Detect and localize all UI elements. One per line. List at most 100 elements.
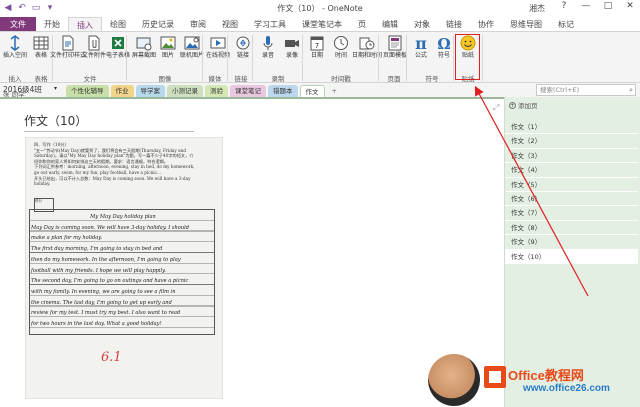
group-separator <box>302 35 303 81</box>
search-icon[interactable]: ⌕ <box>629 85 633 95</box>
tab-home[interactable]: 开始 <box>36 17 68 31</box>
excel-icon <box>112 37 124 49</box>
record-video-button[interactable]: 录像 <box>282 35 302 59</box>
group-label-recording: 录制 <box>271 75 285 83</box>
record-audio-button[interactable]: 录音 <box>258 35 278 59</box>
date-button[interactable]: 7 日期 <box>307 35 327 59</box>
page-list: 作文（1） 作文（2） 作文（3） 作文（4） 作文（5） 作文（6） 作文（7… <box>505 120 638 264</box>
close-icon[interactable]: ✕ <box>624 1 636 11</box>
scanned-essay-image[interactable]: 四、写作（10分） "五一"劳动节(May Day)就要到了，我们将会有三天假期… <box>25 137 223 399</box>
picture-button[interactable]: 图片 <box>158 35 178 59</box>
group-label-media: 媒体 <box>208 75 222 83</box>
microphone-icon <box>263 36 273 50</box>
hand-line: The second day, I'm going to go on outin… <box>31 278 189 285</box>
tab-review[interactable]: 审阅 <box>182 17 214 31</box>
tab-file[interactable]: 文件 <box>0 17 36 31</box>
group-separator <box>406 35 407 81</box>
group-label-files: 文件 <box>83 75 97 83</box>
watermark-brand: Office教程网 <box>508 368 584 383</box>
tab-page[interactable]: 页 <box>350 17 374 31</box>
section-tab-homework[interactable]: 作业 <box>110 85 134 97</box>
tab-history[interactable]: 历史记录 <box>134 17 182 31</box>
tab-draw[interactable]: 绘图 <box>102 17 134 31</box>
section-tab-mistakes[interactable]: 错题本 <box>268 85 298 97</box>
section-tab-tutoring[interactable]: 个性化辅导 <box>66 85 109 97</box>
page-list-item[interactable]: 作文（9） <box>505 235 638 250</box>
group-separator <box>453 35 454 81</box>
page-list-item[interactable]: 作文（2） <box>505 134 638 149</box>
tab-mindmap[interactable]: 思维导图 <box>502 17 550 31</box>
section-tab-tests[interactable]: 测验 <box>205 85 228 97</box>
expand-icon[interactable]: ⤢ <box>493 103 499 113</box>
link-icon <box>236 36 250 50</box>
search-input[interactable]: 搜索(Ctrl+E) ⌕ <box>536 84 636 96</box>
group-separator <box>482 35 483 81</box>
ribbon-tabs: 文件 开始 插入 绘图 历史记录 审阅 视图 学习工具 课堂笔记本 页 编辑 对… <box>0 17 640 31</box>
hand-line: May Day is coming soon. We will have 3-d… <box>31 224 190 231</box>
page-list-item[interactable]: 作文（1） <box>505 120 638 135</box>
page-template-button[interactable]: 页面模板 <box>383 35 407 59</box>
file-attachment-button[interactable]: 文件附件 <box>82 35 106 59</box>
section-tab-composition[interactable]: 作文 <box>299 85 325 97</box>
tab-edit[interactable]: 编辑 <box>374 17 406 31</box>
tab-collaborate[interactable]: 协作 <box>470 17 502 31</box>
page-list-item[interactable]: 作文（4） <box>505 163 638 178</box>
add-page-label: 添加页 <box>518 102 538 110</box>
page-title[interactable]: 作文（10） <box>24 112 87 129</box>
spreadsheet-button[interactable]: 电子表格 <box>106 35 130 59</box>
help-icon[interactable]: ? <box>558 1 570 11</box>
hand-line: make a plan for my holiday. <box>31 235 103 242</box>
equation-button[interactable]: π 公式 <box>411 35 431 59</box>
paperclip-icon <box>88 35 100 51</box>
online-video-button[interactable]: 在线视频 <box>206 35 230 59</box>
group-label-timestamp: 时间戳 <box>331 75 351 83</box>
section-tab-study-guide[interactable]: 导学案 <box>135 85 165 97</box>
page-list-item[interactable]: 作文（3） <box>505 149 638 164</box>
minimize-icon[interactable]: — <box>580 1 592 11</box>
section-tab-class-notes[interactable]: 课堂笔记 <box>230 85 266 97</box>
maximize-icon[interactable]: □ <box>602 1 614 11</box>
screen-clip-button[interactable]: 屏幕截图 <box>132 35 156 59</box>
table-button[interactable]: 表格 <box>31 35 51 59</box>
time-button[interactable]: 时间 <box>331 35 351 59</box>
calendar-icon: 7 <box>310 36 324 51</box>
clock-icon <box>334 36 348 50</box>
picture-icon <box>160 36 176 50</box>
hand-line: with my family. In evening, we are going… <box>31 288 176 295</box>
section-tab-quiz-records[interactable]: 小测记录 <box>167 85 203 97</box>
symbol-button[interactable]: Ω 符号 <box>434 35 454 59</box>
user-name[interactable]: 湘杰 <box>529 3 545 14</box>
online-picture-button[interactable]: 联机图片 <box>180 35 204 59</box>
person-photo <box>428 354 480 406</box>
tab-object[interactable]: 对象 <box>406 17 438 31</box>
group-separator <box>252 35 253 81</box>
insert-space-button[interactable]: 插入空间 <box>3 35 27 59</box>
svg-text:π: π <box>415 35 427 51</box>
tab-learning-tools[interactable]: 学习工具 <box>246 17 294 31</box>
tab-view[interactable]: 视图 <box>214 17 246 31</box>
group-label-tables: 表格 <box>34 75 48 83</box>
pi-icon: π <box>415 35 427 51</box>
link-button[interactable]: 链接 <box>233 35 253 59</box>
page-list-item[interactable]: 作文（5） <box>505 178 638 192</box>
group-label-symbols: 符号 <box>425 75 439 83</box>
tab-insert[interactable]: 插入 <box>68 17 102 31</box>
window-controls: ? — □ ✕ <box>558 1 636 11</box>
tab-link[interactable]: 链接 <box>438 17 470 31</box>
group-separator <box>227 35 228 81</box>
page-list-item[interactable]: 作文（6） <box>505 192 638 207</box>
add-section-button[interactable]: + <box>327 85 342 97</box>
date-time-button[interactable]: 日期和时间 <box>352 35 382 59</box>
page-template-icon <box>388 35 402 51</box>
svg-text:7: 7 <box>315 42 319 50</box>
add-page-button[interactable]: + 添加页 <box>509 100 538 110</box>
page-list-item[interactable]: 作文（8） <box>505 221 638 236</box>
file-printout-icon <box>62 35 74 51</box>
file-printout-button[interactable]: 文件打印样式 <box>50 35 86 59</box>
print-line: Saturday)。请以"My May Day holiday plan"为题，… <box>34 153 194 159</box>
page-list-item-selected[interactable]: 作文（10） <box>505 249 638 264</box>
page-list-item[interactable]: 作文（7） <box>505 206 638 221</box>
tab-class-notebook[interactable]: 课堂笔记本 <box>294 17 350 31</box>
watermark: Office教程网 www.office26.com <box>428 354 638 406</box>
tab-tags[interactable]: 标记 <box>550 17 582 31</box>
